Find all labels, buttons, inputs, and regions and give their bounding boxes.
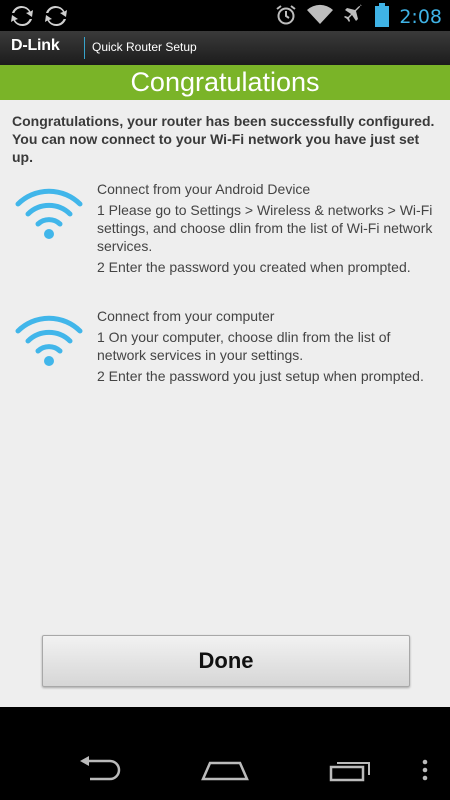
- status-time: 2:08: [399, 6, 442, 28]
- app-header: D-Link Quick Router Setup: [0, 31, 450, 65]
- wifi-signal-icon: [307, 4, 334, 30]
- content-area: Congratulations, your router has been su…: [0, 100, 450, 707]
- section-step: 2 Enter the password you created when pr…: [97, 259, 411, 275]
- section-step: 1 Please go to Settings > Wireless & net…: [97, 202, 433, 254]
- overflow-menu-icon[interactable]: [420, 759, 430, 785]
- done-button[interactable]: Done: [42, 635, 410, 687]
- home-icon[interactable]: [200, 755, 250, 787]
- sync-icon: [44, 5, 68, 31]
- done-button-label: Done: [198, 648, 254, 673]
- wifi-icon: [14, 184, 84, 240]
- alarm-icon: [275, 4, 297, 30]
- battery-icon: [375, 3, 390, 31]
- airplane-icon: [343, 4, 365, 30]
- header-divider: [84, 37, 85, 59]
- intro-text: Congratulations, your router has been su…: [12, 113, 435, 165]
- section-step: 2 Enter the password you just setup when…: [97, 368, 424, 384]
- page-title: Congratulations: [130, 67, 320, 97]
- navigation-bar: [0, 707, 450, 800]
- sync-icon: [10, 5, 34, 31]
- section-step: 1 On your computer, choose dlin from the…: [97, 329, 391, 363]
- section-title: Connect from your computer: [97, 308, 275, 324]
- section-title: Connect from your Android Device: [97, 181, 311, 197]
- wifi-icon: [14, 311, 84, 367]
- brand-logo: D-Link: [11, 37, 60, 54]
- app-subtitle: Quick Router Setup: [92, 40, 197, 54]
- back-icon[interactable]: [78, 755, 122, 787]
- recents-icon[interactable]: [328, 755, 374, 787]
- status-bar: 2:08: [0, 0, 450, 31]
- title-bar: Congratulations: [0, 65, 450, 100]
